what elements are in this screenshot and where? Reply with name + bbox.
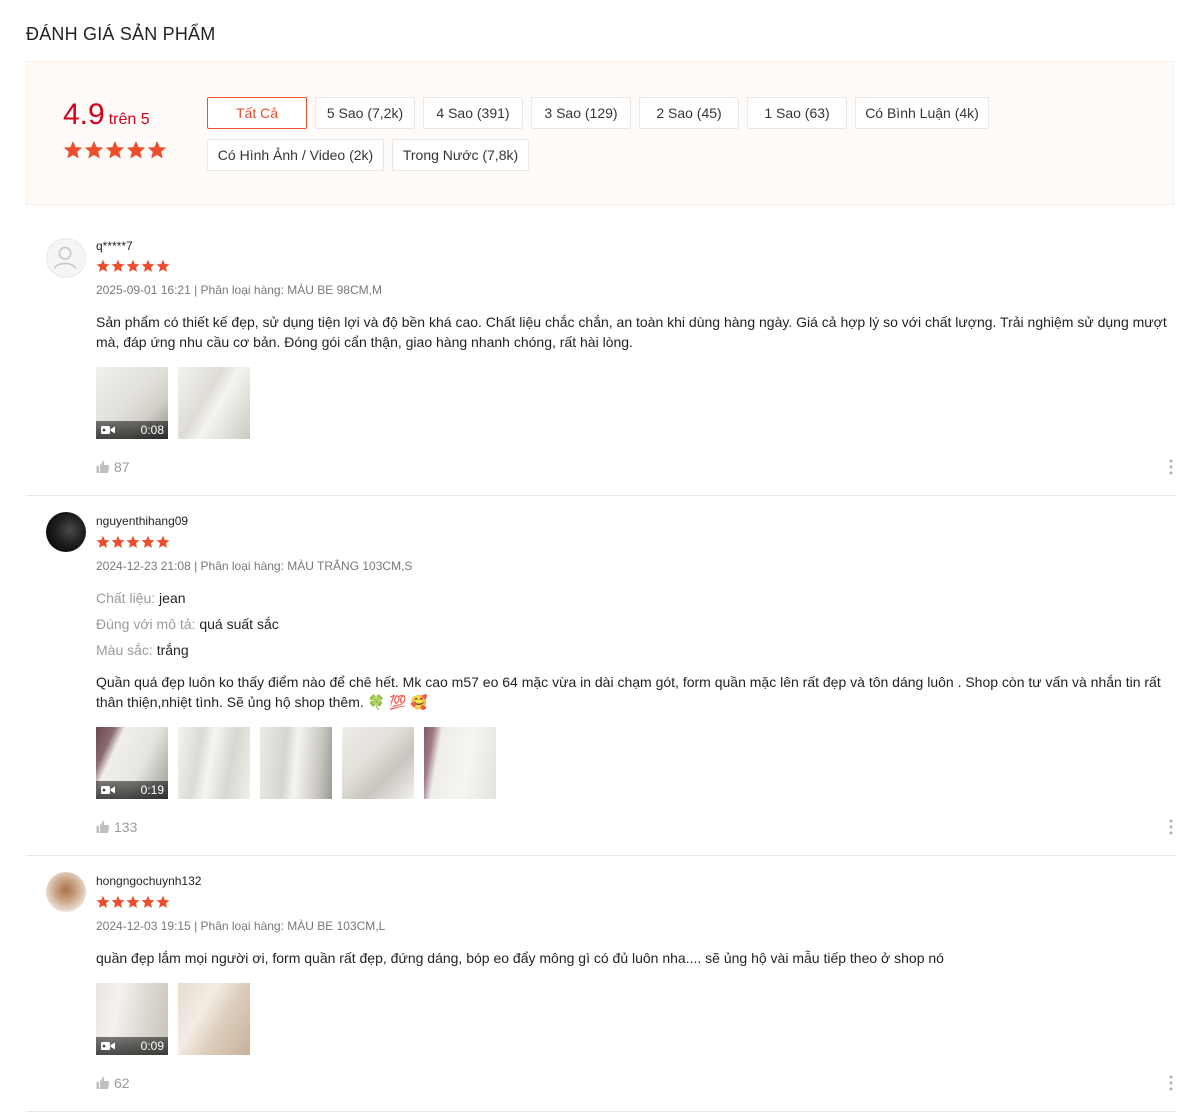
- review-stars: [96, 259, 170, 273]
- filter-4-star[interactable]: 4 Sao (391): [423, 97, 523, 129]
- star-icon: [111, 895, 125, 909]
- review-item: nguyenthihang09 2024-12-23 21:08 | Phân …: [26, 495, 1176, 856]
- star-icon: [63, 140, 83, 160]
- review-meta: 2024-12-03 19:15 | Phân loại hàng: MÀU B…: [96, 919, 386, 933]
- like-count: 87: [114, 459, 130, 475]
- like-button[interactable]: 87: [96, 459, 130, 475]
- review-item: q*****7 2025-09-01 16:21 | Phân loại hàn…: [26, 205, 1176, 496]
- section-title: ĐÁNH GIÁ SẢN PHẨM: [26, 24, 216, 44]
- star-icon: [156, 259, 170, 273]
- like-button[interactable]: 133: [96, 819, 137, 835]
- star-icon: [96, 895, 110, 909]
- star-icon: [111, 535, 125, 549]
- star-icon: [141, 535, 155, 549]
- video-duration: 0:09: [140, 1039, 164, 1053]
- avatar[interactable]: [46, 238, 86, 278]
- more-options-icon[interactable]: [1168, 459, 1174, 475]
- star-icon: [126, 535, 140, 549]
- thumbs-up-icon: [96, 460, 110, 474]
- star-icon: [105, 140, 125, 160]
- filter-3-star[interactable]: 3 Sao (129): [531, 97, 631, 129]
- review-media: 0:08: [96, 367, 250, 439]
- photo-thumbnail[interactable]: [178, 367, 250, 439]
- like-button[interactable]: 62: [96, 1075, 130, 1091]
- video-camera-icon: [101, 1041, 115, 1051]
- reviewer-username[interactable]: hongngochuynh132: [96, 874, 201, 888]
- more-options-icon[interactable]: [1168, 819, 1174, 835]
- review-attribute: Đúng với mô tả: quá suất sắc: [96, 616, 279, 632]
- star-icon: [141, 895, 155, 909]
- photo-thumbnail[interactable]: [260, 727, 332, 799]
- thumbs-up-icon: [96, 1076, 110, 1090]
- review-stars: [96, 535, 170, 549]
- video-camera-icon: [101, 785, 115, 795]
- rating-overview: 4.9 trên 5 Tất Cả 5 Sao (7,2k) 4 Sao (391…: [26, 61, 1174, 205]
- filter-with-media[interactable]: Có Hình Ảnh / Video (2k): [207, 139, 384, 171]
- video-thumbnail[interactable]: 0:19: [96, 727, 168, 799]
- star-icon: [156, 535, 170, 549]
- like-count: 133: [114, 819, 138, 835]
- reviewer-username[interactable]: nguyenthihang09: [96, 514, 188, 528]
- overall-stars: [63, 140, 173, 160]
- reviewer-username[interactable]: q*****7: [96, 239, 133, 253]
- star-icon: [84, 140, 104, 160]
- rating-score: 4.9 trên 5: [63, 98, 173, 160]
- filter-2-star[interactable]: 2 Sao (45): [639, 97, 739, 129]
- star-icon: [126, 259, 140, 273]
- filter-all[interactable]: Tất Cả: [207, 97, 307, 129]
- review-meta: 2024-12-23 21:08 | Phân loại hàng: MÀU T…: [96, 559, 413, 573]
- review-content: Sản phẩm có thiết kế đẹp, sử dụng tiện l…: [96, 314, 1167, 350]
- photo-thumbnail[interactable]: [178, 727, 250, 799]
- filter-5-star[interactable]: 5 Sao (7,2k): [315, 97, 415, 129]
- star-icon: [156, 895, 170, 909]
- star-icon: [96, 259, 110, 273]
- star-icon: [111, 259, 125, 273]
- star-icon: [141, 259, 155, 273]
- photo-thumbnail[interactable]: [424, 727, 496, 799]
- review-content: Quần quá đẹp luôn ko thấy điểm nào để ch…: [96, 674, 1161, 710]
- avatar[interactable]: [46, 872, 86, 912]
- user-placeholder-icon: [53, 246, 77, 269]
- filter-with-comments[interactable]: Có Bình Luận (4k): [855, 97, 989, 129]
- photo-thumbnail[interactable]: [178, 983, 250, 1055]
- video-duration: 0:19: [140, 783, 164, 797]
- photo-thumbnail[interactable]: [342, 727, 414, 799]
- review-media: 0:09: [96, 983, 250, 1055]
- thumbs-up-icon: [96, 820, 110, 834]
- video-camera-icon: [101, 425, 115, 435]
- video-duration: 0:08: [140, 423, 164, 437]
- review-content: quần đẹp lắm mọi người ơi, form quần rất…: [96, 950, 944, 966]
- star-icon: [126, 140, 146, 160]
- star-icon: [126, 895, 140, 909]
- score-value: 4.9: [63, 98, 105, 131]
- like-count: 62: [114, 1075, 130, 1091]
- review-media: 0:19: [96, 727, 496, 799]
- review-attribute: Chất liệu: jean: [96, 590, 186, 606]
- review-meta: 2025-09-01 16:21 | Phân loại hàng: MÀU B…: [96, 283, 382, 297]
- video-thumbnail[interactable]: 0:08: [96, 367, 168, 439]
- star-icon: [147, 140, 167, 160]
- filter-1-star[interactable]: 1 Sao (63): [747, 97, 847, 129]
- review-attribute: Màu sắc: trắng: [96, 642, 189, 658]
- score-suffix: trên 5: [108, 111, 150, 128]
- more-options-icon[interactable]: [1168, 1075, 1174, 1091]
- video-thumbnail[interactable]: 0:09: [96, 983, 168, 1055]
- review-stars: [96, 895, 170, 909]
- review-item: hongngochuynh132 2024-12-03 19:15 | Phân…: [26, 855, 1176, 1112]
- filter-domestic[interactable]: Trong Nước (7,8k): [392, 139, 529, 171]
- star-icon: [96, 535, 110, 549]
- avatar[interactable]: [46, 512, 86, 552]
